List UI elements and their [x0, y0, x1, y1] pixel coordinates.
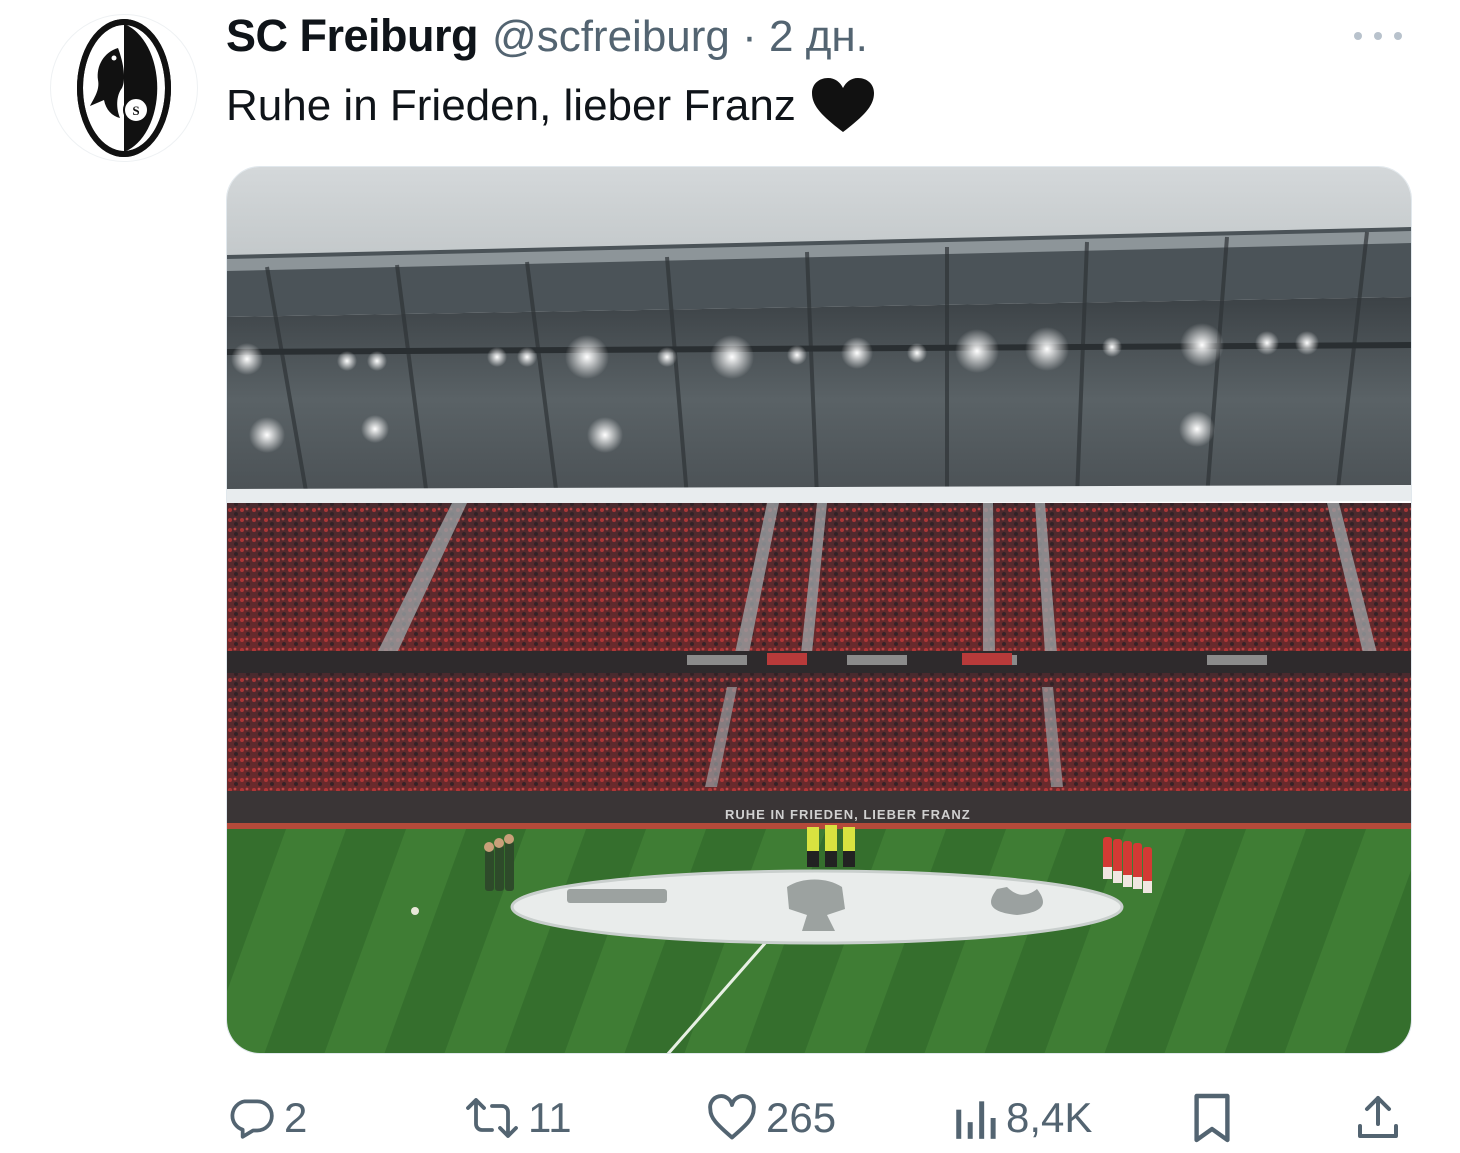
retweet-icon [466, 1098, 518, 1138]
retweet-button[interactable]: 11 [464, 1088, 572, 1148]
tweet[interactable]: S SC Freiburg @scfreiburg · 2 дн. Ruhe i… [0, 0, 1460, 1153]
svg-text:S: S [132, 103, 139, 118]
bookmark-button[interactable] [1190, 1088, 1234, 1148]
meta-separator: · [742, 12, 757, 61]
share-icon [1358, 1096, 1398, 1138]
black-heart-icon [811, 78, 874, 132]
views-chart-icon [956, 1101, 996, 1139]
like-button[interactable]: 265 [706, 1088, 836, 1148]
tweet-header: SC Freiburg @scfreiburg · 2 дн. [226, 10, 868, 62]
tweet-body: Ruhe in Frieden, lieber Franz [226, 81, 796, 130]
reply-button[interactable]: 2 [226, 1088, 307, 1148]
share-button[interactable] [1354, 1088, 1402, 1148]
timestamp[interactable]: 2 дн. [769, 12, 868, 61]
handle[interactable]: @scfreiburg · 2 дн. [492, 12, 868, 62]
retweet-count: 11 [528, 1094, 572, 1141]
club-crest-icon: S [77, 19, 171, 157]
tweet-actions: 2 11 265 8,4K [226, 1088, 1412, 1148]
pitch-banner-text: RUHE IN FRIEDEN, LIEBER FRANZ [725, 807, 971, 822]
reply-icon [230, 1099, 274, 1139]
avatar[interactable]: S [50, 14, 198, 162]
more-options-icon[interactable] [1350, 26, 1406, 46]
stadium-photo: RUHE IN FRIEDEN, LIEBER FRANZ [227, 167, 1411, 1053]
views-count: 8,4K [1006, 1094, 1093, 1141]
tweet-text: Ruhe in Frieden, lieber Franz [226, 76, 876, 136]
like-count: 265 [766, 1094, 837, 1141]
views-button[interactable]: 8,4K [952, 1088, 1092, 1148]
tweet-media-photo[interactable]: RUHE IN FRIEDEN, LIEBER FRANZ [226, 166, 1412, 1054]
handle-text: @scfreiburg [492, 12, 730, 61]
display-name[interactable]: SC Freiburg [226, 10, 479, 62]
heart-icon [708, 1094, 756, 1140]
bookmark-icon [1194, 1093, 1230, 1143]
reply-count: 2 [284, 1094, 308, 1141]
